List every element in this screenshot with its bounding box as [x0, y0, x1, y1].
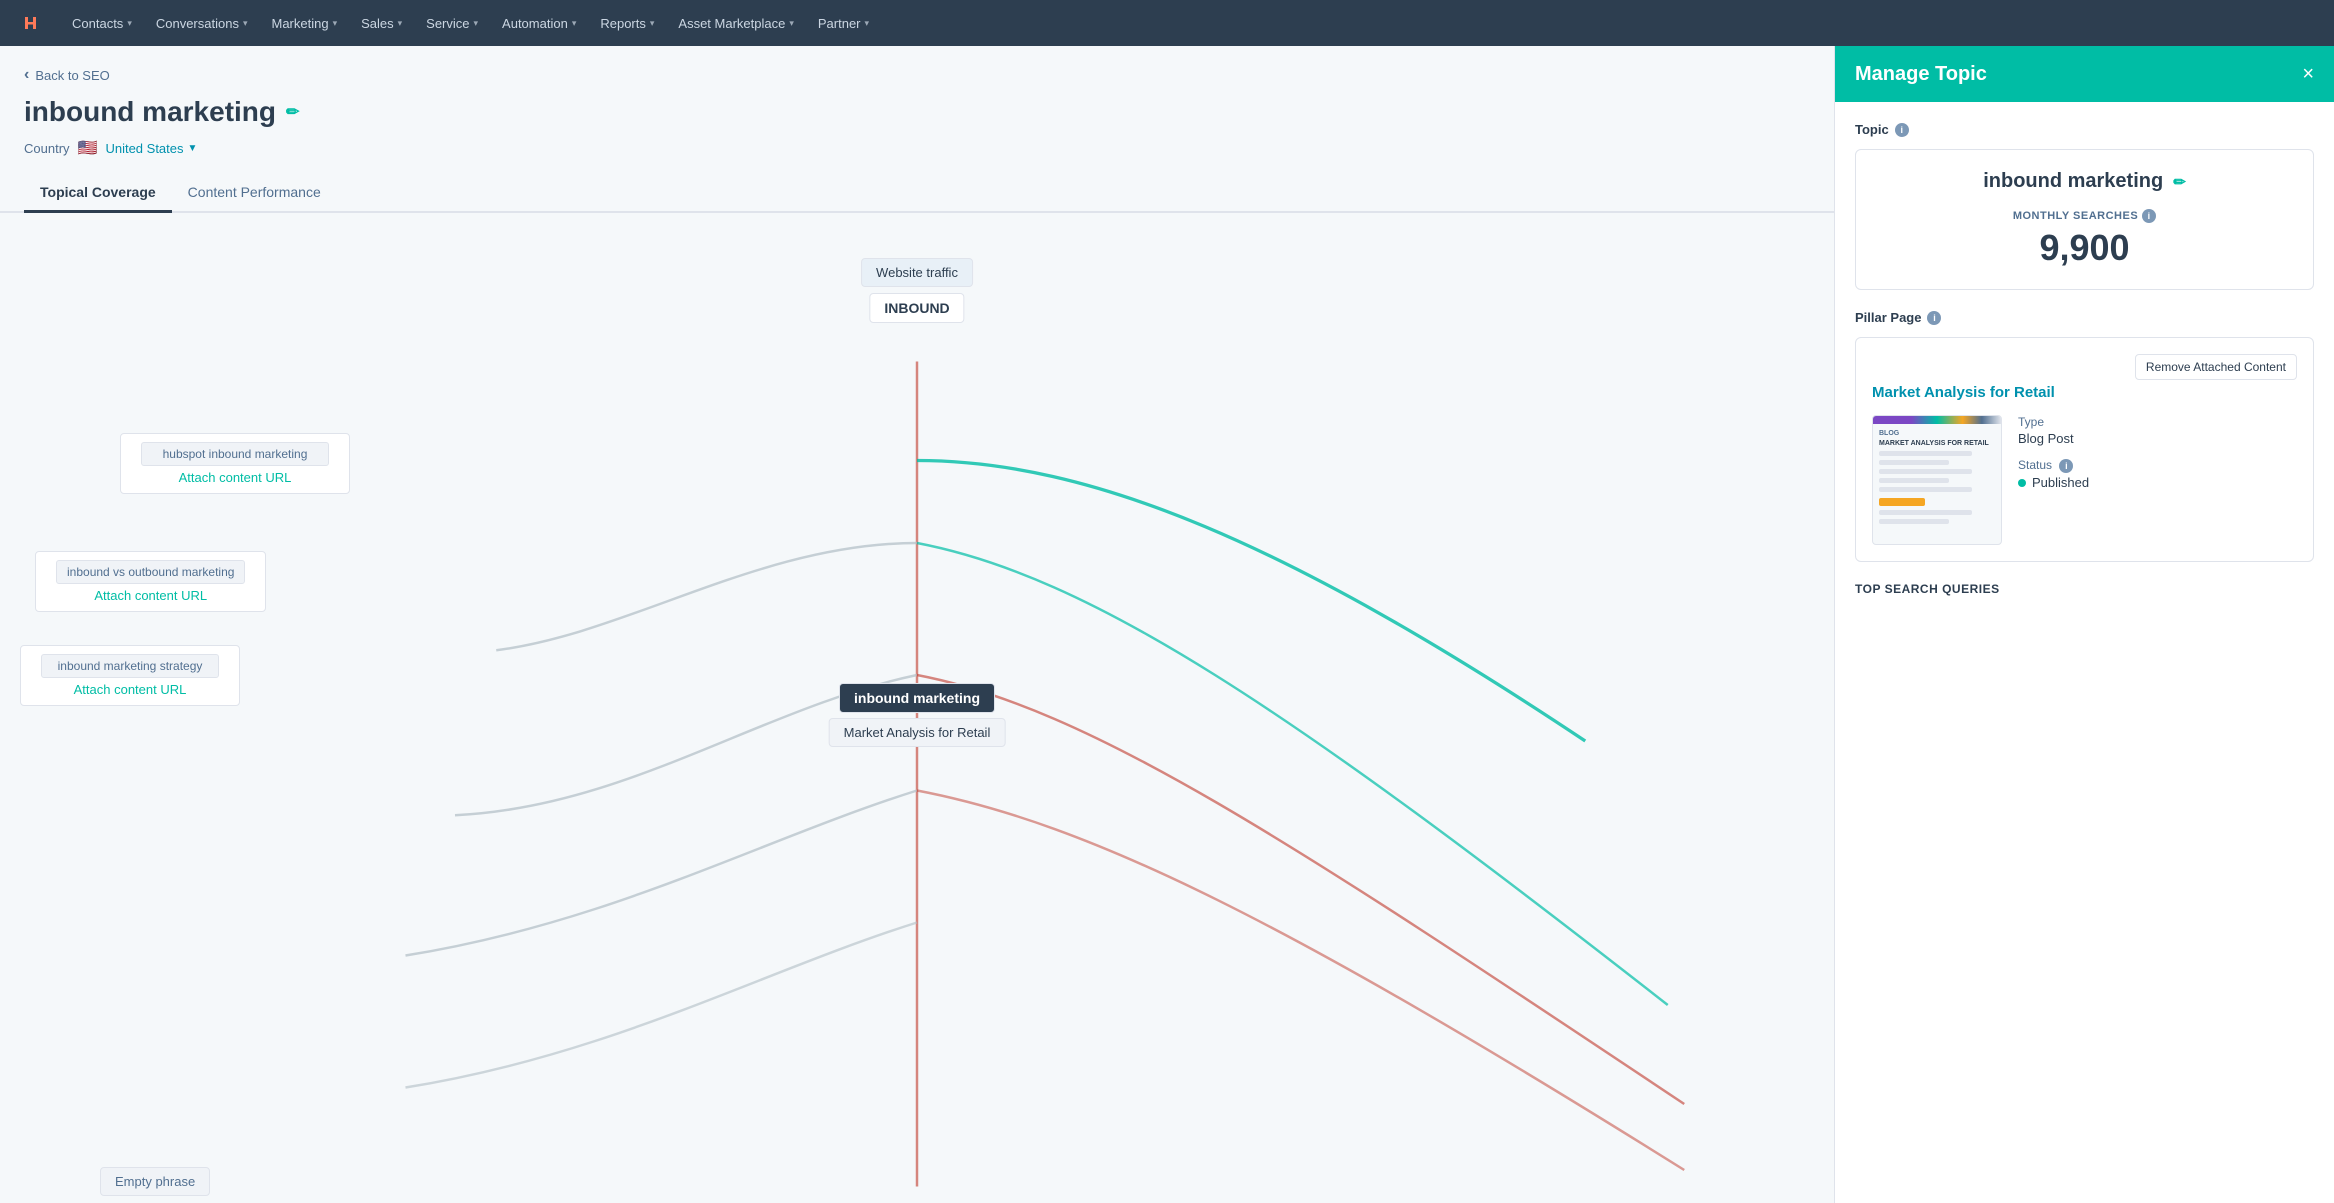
- remove-attached-content-button[interactable]: Remove Attached Content: [2135, 354, 2297, 380]
- panel-body: Topic i inbound marketing ✏ MONTHLY SEAR…: [1835, 102, 2334, 1203]
- subtopic-hubspot: hubspot inbound marketing: [141, 442, 329, 466]
- pillar-thumbnail: BLOG MARKET ANALYSIS FOR RETAIL: [1872, 415, 2002, 545]
- topic-name: inbound marketing: [1983, 170, 2163, 193]
- country-caret-icon: ▼: [188, 143, 198, 154]
- country-name: United States: [105, 141, 183, 156]
- nav-chevron-icon: ▾: [650, 18, 655, 29]
- nav-item-partner[interactable]: Partner ▾: [806, 0, 881, 46]
- nav-chevron-icon: ▾: [398, 18, 403, 29]
- hubspot-logo[interactable]: [16, 9, 44, 37]
- tab-content-performance[interactable]: Content Performance: [172, 174, 337, 213]
- topic-name-row: inbound marketing ✏: [1876, 170, 2293, 193]
- main-layout: Back to SEO inbound marketing ✏ Country …: [0, 46, 2334, 1203]
- nav-chevron-icon: ▾: [865, 18, 870, 29]
- country-selector[interactable]: United States ▼: [105, 141, 197, 156]
- nav-items: Contacts ▾Conversations ▾Marketing ▾Sale…: [60, 0, 881, 46]
- status-value: Published: [2032, 475, 2089, 490]
- nav-chevron-icon: ▾: [243, 18, 248, 29]
- graph-area: Website traffic INBOUND inbound marketin…: [0, 213, 1834, 1203]
- status-dot: [2018, 479, 2026, 487]
- pillar-section-label: Pillar Page i: [1855, 310, 2314, 325]
- type-label: Type: [2018, 415, 2297, 429]
- country-label: Country: [24, 141, 70, 156]
- nav-item-sales[interactable]: Sales ▾: [349, 0, 414, 46]
- pillar-type-row: Type Blog Post: [2018, 415, 2297, 446]
- topic-card: inbound marketing ✏ MONTHLY SEARCHES i 9…: [1855, 149, 2314, 290]
- pillar-title[interactable]: Market Analysis for Retail: [1872, 380, 2297, 401]
- pillar-card: Remove Attached Content Market Analysis …: [1855, 337, 2314, 562]
- attach-box-vs-outbound: inbound vs outbound marketing Attach con…: [35, 551, 266, 612]
- empty-phrase-node: Empty phrase: [100, 1167, 210, 1196]
- country-row: Country 🇺🇸 United States ▼: [24, 138, 1810, 158]
- left-panel: Back to SEO inbound marketing ✏ Country …: [0, 46, 1834, 1203]
- nav-item-service[interactable]: Service ▾: [414, 0, 490, 46]
- navigation-bar: Contacts ▾Conversations ▾Marketing ▾Sale…: [0, 0, 2334, 46]
- inbound-node: INBOUND: [869, 293, 964, 323]
- page-title: inbound marketing ✏: [24, 96, 1810, 128]
- manage-topic-panel: Manage Topic × Topic i inbound marketing…: [1834, 46, 2334, 1203]
- nav-chevron-icon: ▾: [572, 18, 577, 29]
- website-traffic-node: Website traffic: [861, 258, 973, 287]
- status-info-icon: i: [2059, 459, 2073, 473]
- attach-link-strategy[interactable]: Attach content URL: [74, 682, 187, 697]
- edit-topic-icon[interactable]: ✏: [2173, 173, 2186, 191]
- nav-item-conversations[interactable]: Conversations ▾: [144, 0, 260, 46]
- monthly-searches-label: MONTHLY SEARCHES i: [1876, 209, 2293, 223]
- back-to-seo-link[interactable]: Back to SEO: [24, 66, 1810, 84]
- pillar-content-row: BLOG MARKET ANALYSIS FOR RETAIL: [1872, 415, 2297, 545]
- topic-section-label: Topic i: [1855, 122, 2314, 137]
- nav-item-contacts[interactable]: Contacts ▾: [60, 0, 144, 46]
- attach-link-vs-outbound[interactable]: Attach content URL: [94, 588, 207, 603]
- nav-item-marketing[interactable]: Marketing ▾: [259, 0, 349, 46]
- monthly-searches-info-icon: i: [2142, 209, 2156, 223]
- inbound-marketing-highlight-node: inbound marketing: [839, 683, 995, 713]
- market-analysis-bottom-node: Market Analysis for Retail: [829, 718, 1006, 747]
- top-search-queries-label: TOP SEARCH QUERIES: [1855, 582, 2314, 596]
- edit-title-icon[interactable]: ✏: [286, 102, 299, 122]
- tab-topical-coverage[interactable]: Topical Coverage: [24, 174, 172, 213]
- subtopic-strategy: inbound marketing strategy: [41, 654, 219, 678]
- pillar-meta: Type Blog Post Status i Published: [2018, 415, 2297, 545]
- nav-chevron-icon: ▾: [474, 18, 479, 29]
- pillar-info-icon: i: [1927, 311, 1941, 325]
- panel-title: Manage Topic: [1855, 63, 1987, 86]
- nav-chevron-icon: ▾: [127, 18, 132, 29]
- pillar-status-row: Status i Published: [2018, 458, 2297, 490]
- type-value: Blog Post: [2018, 431, 2297, 446]
- status-label: Status i: [2018, 458, 2297, 473]
- nav-chevron-icon: ▾: [333, 18, 338, 29]
- page-title-text: inbound marketing: [24, 96, 276, 128]
- status-value-row: Published: [2018, 475, 2297, 490]
- subtopic-vs-outbound: inbound vs outbound marketing: [56, 560, 245, 584]
- close-panel-button[interactable]: ×: [2302, 64, 2314, 84]
- nav-item-automation[interactable]: Automation ▾: [490, 0, 588, 46]
- attach-box-hubspot: hubspot inbound marketing Attach content…: [120, 433, 350, 494]
- attach-link-hubspot[interactable]: Attach content URL: [179, 470, 292, 485]
- monthly-searches-value: 9,900: [1876, 227, 2293, 269]
- panel-header: Manage Topic ×: [1835, 46, 2334, 102]
- nav-item-asset-marketplace[interactable]: Asset Marketplace ▾: [666, 0, 805, 46]
- nav-item-reports[interactable]: Reports ▾: [588, 0, 666, 46]
- tabs-bar: Topical Coverage Content Performance: [0, 174, 1834, 213]
- us-flag: 🇺🇸: [78, 138, 98, 158]
- page-header: Back to SEO inbound marketing ✏ Country …: [0, 46, 1834, 158]
- nav-chevron-icon: ▾: [789, 18, 794, 29]
- topic-info-icon: i: [1895, 123, 1909, 137]
- attach-box-strategy: inbound marketing strategy Attach conten…: [20, 645, 240, 706]
